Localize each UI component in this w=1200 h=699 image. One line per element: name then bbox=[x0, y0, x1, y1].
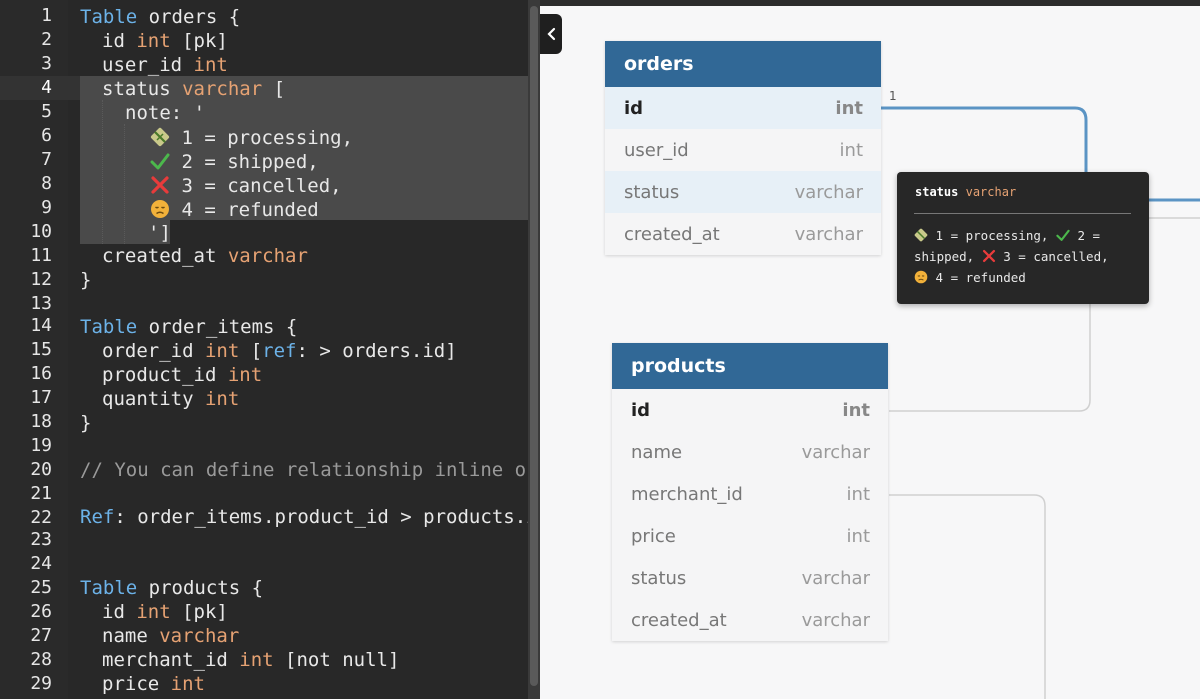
orders-column-id[interactable]: id int bbox=[605, 87, 881, 129]
line-number: 4 bbox=[41, 77, 52, 98]
code-line-14: Table order_items { bbox=[80, 316, 298, 338]
disappointed-face-icon bbox=[151, 200, 169, 218]
tooltip-divider bbox=[914, 213, 1131, 214]
check-mark-icon bbox=[150, 153, 170, 170]
products-table[interactable]: products id int name varchar merchant_id in… bbox=[612, 343, 888, 641]
check-mark-icon bbox=[1056, 229, 1070, 241]
code-line-22: Ref: order_items.product_id > products.i… bbox=[80, 506, 540, 528]
line-number: 29 bbox=[30, 673, 52, 694]
line-number: 21 bbox=[30, 483, 52, 504]
package-icon bbox=[150, 127, 170, 147]
code-line-11: created_at varchar bbox=[102, 245, 308, 267]
products-column-status[interactable]: status varchar bbox=[612, 557, 888, 599]
code-line-26: id int [pk] bbox=[102, 601, 228, 623]
orders-table[interactable]: orders id int user_id int status varchar cr… bbox=[605, 41, 881, 255]
code-line-3: user_id int bbox=[102, 54, 228, 76]
products-relationship-line[interactable] bbox=[889, 300, 1091, 412]
code-line-5: note: ' bbox=[125, 102, 206, 124]
code-editor[interactable]: 1 2 3 4 5 6 7 8 9 10 11 12 13 14 15 16 1… bbox=[0, 0, 540, 699]
code-line-9: 4 = refunded bbox=[150, 198, 319, 222]
line-number: 1 bbox=[41, 5, 52, 26]
cross-mark-icon bbox=[982, 249, 995, 263]
tooltip-title: status varchar bbox=[915, 185, 1017, 199]
code-line-7: 2 = shipped, bbox=[150, 150, 319, 174]
code-line-10: '] bbox=[148, 222, 171, 244]
code-line-17: quantity int bbox=[102, 388, 240, 410]
line-number: 8 bbox=[41, 173, 52, 194]
code-line-29: price int bbox=[102, 673, 205, 695]
line-number: 25 bbox=[30, 577, 52, 598]
code-line-16: product_id int bbox=[102, 364, 263, 386]
editor-scrollbar-thumb[interactable] bbox=[530, 6, 538, 686]
package-icon bbox=[914, 228, 928, 242]
orders-table-header[interactable]: orders bbox=[605, 41, 881, 87]
orders-column-created-at[interactable]: created_at varchar bbox=[605, 213, 881, 255]
line-number: 19 bbox=[30, 435, 52, 456]
line-number: 5 bbox=[41, 101, 52, 122]
code-line-15: order_id int [ref: > orders.id] bbox=[102, 340, 457, 362]
diagram-canvas[interactable]: 1 orders id int user_id int status varchar … bbox=[540, 0, 1200, 699]
code-line-12: } bbox=[80, 269, 92, 291]
cross-mark-icon bbox=[151, 176, 169, 194]
code-line-8: 3 = cancelled, bbox=[150, 174, 342, 198]
orders-column-user-id[interactable]: user_id int bbox=[605, 129, 881, 171]
line-number: 11 bbox=[30, 245, 52, 266]
column-note-tooltip: status varchar 1 = processing, 2 = shippe… bbox=[897, 172, 1149, 304]
line-number: 13 bbox=[30, 293, 52, 314]
products-column-merchant-id[interactable]: merchant_id int bbox=[612, 473, 888, 515]
products-column-price[interactable]: price int bbox=[612, 515, 888, 557]
line-number: 16 bbox=[30, 363, 52, 384]
line-number: 6 bbox=[41, 125, 52, 146]
products-column-created-at[interactable]: created_at varchar bbox=[612, 599, 888, 641]
orders-column-status[interactable]: status varchar bbox=[605, 171, 881, 213]
line-number: 2 bbox=[41, 29, 52, 50]
code-line-27: name varchar bbox=[102, 625, 240, 647]
chevron-left-icon bbox=[547, 27, 556, 41]
line-number: 14 bbox=[30, 315, 52, 336]
line-number: 18 bbox=[30, 411, 52, 432]
line-number: 17 bbox=[30, 387, 52, 408]
products-table-header[interactable]: products bbox=[612, 343, 888, 389]
line-number: 24 bbox=[30, 553, 52, 574]
line-number: 10 bbox=[30, 221, 52, 242]
indent-guide bbox=[124, 124, 125, 244]
merchant-relationship-line[interactable] bbox=[889, 494, 1046, 699]
line-number: 9 bbox=[41, 197, 52, 218]
products-column-id[interactable]: id int bbox=[612, 389, 888, 431]
editor-scrollbar[interactable] bbox=[528, 0, 540, 699]
line-number: 26 bbox=[30, 601, 52, 622]
indent-guide bbox=[102, 100, 103, 244]
code-line-28: merchant_id int [not null] bbox=[102, 649, 400, 671]
code-line-6: 1 = processing, bbox=[150, 126, 353, 150]
line-number: 15 bbox=[30, 339, 52, 360]
line-number: 22 bbox=[30, 507, 52, 528]
relationship-cardinality-label: 1 bbox=[889, 89, 897, 103]
line-number: 28 bbox=[30, 649, 52, 670]
code-line-20-comment: // You can define relationship inline or bbox=[80, 459, 538, 481]
products-column-name[interactable]: name varchar bbox=[612, 431, 888, 473]
code-line-18: } bbox=[80, 412, 92, 434]
line-number: 7 bbox=[41, 149, 52, 170]
code-line-1: Table orders { bbox=[80, 6, 241, 28]
code-line-25: Table products { bbox=[80, 577, 264, 599]
line-number: 12 bbox=[30, 269, 52, 290]
code-line-4: status varchar [ bbox=[102, 78, 286, 100]
disappointed-face-icon bbox=[914, 270, 928, 284]
line-number: 3 bbox=[41, 53, 52, 74]
line-number: 27 bbox=[30, 625, 52, 646]
code-line-2: id int [pk] bbox=[102, 30, 228, 52]
collapse-editor-button[interactable] bbox=[540, 14, 562, 54]
line-number: 23 bbox=[30, 529, 52, 550]
line-number: 20 bbox=[30, 459, 52, 480]
tooltip-note-body: 1 = processing, 2 = shipped, 3 = cancelle… bbox=[914, 228, 1109, 285]
